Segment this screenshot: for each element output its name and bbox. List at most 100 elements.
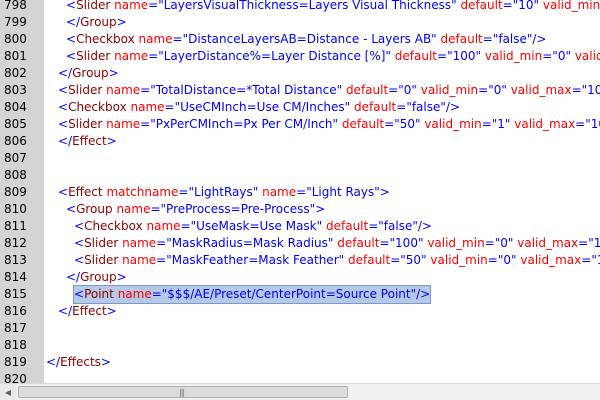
code-token: Slider xyxy=(84,236,119,250)
scroll-left-button[interactable]: ◀ xyxy=(0,384,16,400)
code-line[interactable]: 803 <Slider name="TotalDistance=*Total Di… xyxy=(0,82,600,99)
code-line[interactable]: 814 </Group> xyxy=(0,269,600,286)
code-area[interactable]: 798 <Slider name="LayersVisualThickness=L… xyxy=(0,0,600,383)
code-token: = xyxy=(396,100,407,114)
code-token: "PxPerCMInch=Px Per CM/Inch" xyxy=(150,117,339,131)
code-line[interactable]: 820 xyxy=(0,371,600,383)
code-token: "10" xyxy=(512,0,540,12)
code-line[interactable]: 806 </Effect> xyxy=(0,133,600,150)
code-token: = xyxy=(296,185,307,199)
code-token: default xyxy=(347,253,391,267)
code-token: < xyxy=(58,83,69,97)
code-token: Point xyxy=(84,287,114,301)
code-line[interactable]: 815 <Point name="$$$/AE/Preset/CenterPoin… xyxy=(0,285,600,304)
code-token: < xyxy=(58,117,69,131)
code-token: = xyxy=(390,253,401,267)
code-line[interactable]: 798 <Slider name="LayersVisualThickness=L… xyxy=(0,0,600,14)
code-token: < xyxy=(74,253,85,267)
line-number: 798 xyxy=(4,0,27,12)
code-token: > xyxy=(116,15,127,29)
code-line[interactable]: 808 xyxy=(0,167,600,184)
code-token: = xyxy=(156,236,167,250)
line-number: 801 xyxy=(4,49,27,63)
code-token: "50" xyxy=(400,253,427,267)
code-token: default xyxy=(394,49,438,63)
code-token: "100" xyxy=(447,49,482,63)
code-token: Effect xyxy=(72,134,107,148)
code-text: </Group> xyxy=(58,65,119,82)
code-token: "UseMask=Use Mask" xyxy=(190,219,323,233)
code-token: Checkbox xyxy=(68,100,127,114)
scrollbar-thumb[interactable]: ||| xyxy=(18,386,348,398)
code-text: <Slider name="MaskRadius=Mask Radius" de… xyxy=(74,235,600,252)
code-line[interactable]: 810 <Group name="PreProcess=Pre-Process"> xyxy=(0,201,600,218)
code-token: < xyxy=(74,236,85,250)
code-token: = xyxy=(571,83,582,97)
line-number: 805 xyxy=(4,117,27,131)
code-line[interactable]: 817 xyxy=(0,320,600,337)
code-token: "10000" xyxy=(588,236,600,250)
line-number: 806 xyxy=(4,134,27,148)
code-token: Group xyxy=(76,202,113,216)
code-token: valid_max xyxy=(510,83,572,97)
code-token: "false" xyxy=(406,100,446,114)
code-line[interactable]: 811 <Checkbox name="UseMask=Use Mask" def… xyxy=(0,218,600,235)
code-token: Slider xyxy=(76,0,111,12)
code-token: Effect xyxy=(72,304,107,318)
line-number: 814 xyxy=(4,270,27,284)
code-line[interactable]: 801 <Slider name="LayerDistance%=Layer Di… xyxy=(0,48,600,65)
code-token: = xyxy=(140,83,151,97)
code-token: = xyxy=(156,253,167,267)
code-token: name xyxy=(122,253,157,267)
code-line[interactable]: 804 <Checkbox name="UseCMInch=Use CM/Inch… xyxy=(0,99,600,116)
code-token: = xyxy=(484,236,495,250)
code-line[interactable]: 802 </Group> xyxy=(0,65,600,82)
horizontal-scrollbar[interactable]: ◀ ||| xyxy=(0,383,600,400)
code-token: valid_min xyxy=(484,49,543,63)
line-number: 803 xyxy=(4,83,27,97)
code-token: = xyxy=(148,49,159,63)
code-token: default xyxy=(345,83,389,97)
code-token: > xyxy=(100,355,111,369)
code-line[interactable]: 809 <Effect matchname="LightRays" name="L… xyxy=(0,184,600,201)
code-line[interactable]: 799 </Group> xyxy=(0,14,600,31)
code-token: name xyxy=(114,0,149,12)
code-token: name xyxy=(138,32,173,46)
code-line[interactable]: 813 <Slider name="MaskFeather=Mask Feathe… xyxy=(0,252,600,269)
code-token: < xyxy=(58,185,69,199)
code-line[interactable]: 812 <Slider name="MaskRadius=Mask Radius"… xyxy=(0,235,600,252)
code-line[interactable]: 805 <Slider name="PxPerCMInch=Px Per CM/I… xyxy=(0,116,600,133)
grip-lines-icon: ||| xyxy=(179,388,185,397)
code-token: Checkbox xyxy=(84,219,143,233)
code-token: "MaskRadius=Mask Radius" xyxy=(166,236,334,250)
line-number: 818 xyxy=(4,338,27,352)
code-token: name xyxy=(117,287,152,301)
line-number: 810 xyxy=(4,202,27,216)
code-token: "Light Rays" xyxy=(306,185,380,199)
triangle-left-icon: ◀ xyxy=(4,387,12,397)
code-line[interactable]: 819 </Effects> xyxy=(0,354,600,371)
code-token: < xyxy=(66,0,77,12)
code-text: <Checkbox name="UseCMInch=Use CM/Inches"… xyxy=(58,99,460,116)
code-token: name xyxy=(130,100,165,114)
code-line[interactable]: 807 xyxy=(0,150,600,167)
code-token: "100" xyxy=(389,236,424,250)
code-token: < xyxy=(66,49,77,63)
code-token: = xyxy=(481,117,492,131)
code-editor[interactable]: 798 <Slider name="LayersVisualThickness=L… xyxy=(0,0,600,383)
code-text: </Group> xyxy=(66,14,127,31)
code-token: = xyxy=(487,253,498,267)
code-token: > xyxy=(116,270,127,284)
code-line[interactable]: 818 xyxy=(0,337,600,354)
code-token: default xyxy=(440,32,483,46)
code-token: valid_min xyxy=(424,117,482,131)
code-line[interactable]: 800 <Checkbox name="DistanceLayersAB=Dist… xyxy=(0,31,600,48)
code-token: name xyxy=(106,83,141,97)
code-line[interactable]: 816 </Effect> xyxy=(0,303,600,320)
code-token: "10000" xyxy=(585,117,600,131)
code-text: </Effect> xyxy=(58,133,117,150)
code-token: = xyxy=(542,49,553,63)
code-token: default xyxy=(337,236,380,250)
line-number: 815 xyxy=(4,287,27,301)
code-token: valid_min xyxy=(430,253,488,267)
